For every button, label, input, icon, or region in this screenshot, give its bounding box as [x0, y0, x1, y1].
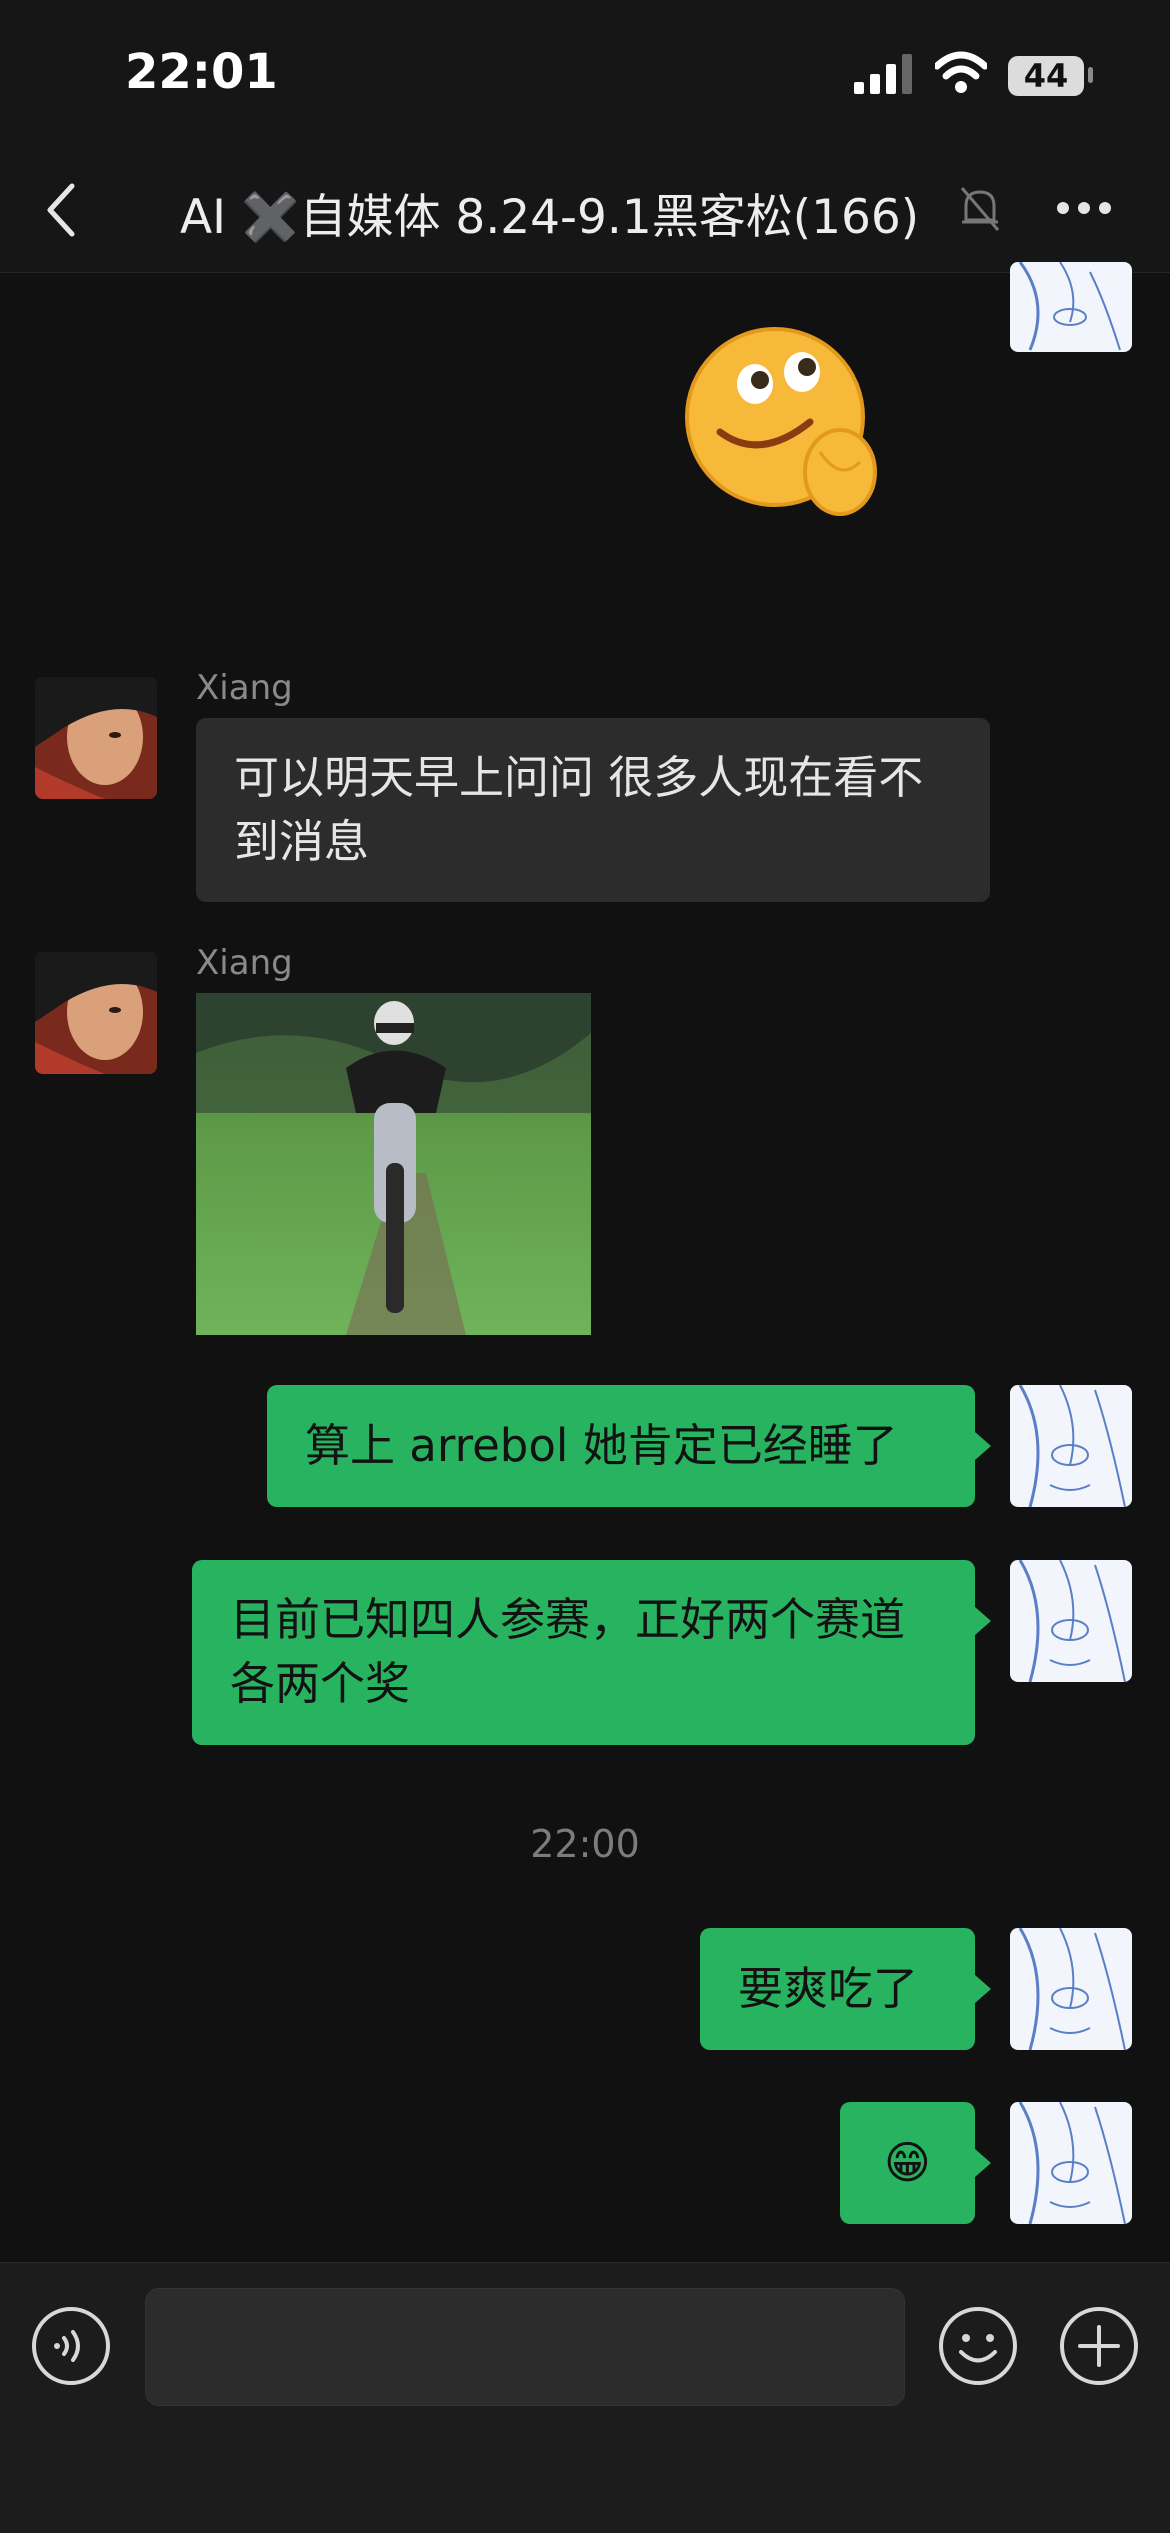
- avatar-xiang[interactable]: [35, 677, 157, 799]
- timestamp: 22:00: [530, 1822, 640, 1866]
- voice-icon[interactable]: [30, 2305, 112, 2387]
- status-bar: 22:01 44: [0, 0, 1170, 150]
- nav-bar: AI ✖️自媒体 8.24-9.1黑客松(166): [0, 150, 1170, 273]
- plus-icon[interactable]: [1058, 2305, 1140, 2387]
- avatar-me[interactable]: [1010, 262, 1132, 352]
- bubble-tail: [975, 1432, 991, 1460]
- input-bar: [0, 2262, 1170, 2533]
- message-bubble-outgoing[interactable]: 算上 arrebol 她肯定已经睡了: [267, 1385, 975, 1507]
- avatar-me[interactable]: [1010, 1385, 1132, 1507]
- sticker-emoji[interactable]: [680, 322, 890, 522]
- mute-icon: [960, 187, 1000, 231]
- bubble-tail: [975, 1607, 991, 1635]
- sender-name: Xiang: [196, 668, 293, 708]
- avatar-xiang[interactable]: [35, 952, 157, 1074]
- avatar-me[interactable]: [1010, 1560, 1132, 1682]
- message-text: 目前已知四人参赛，正好两个赛道各两个奖: [230, 1593, 906, 1710]
- wifi-icon: [935, 51, 987, 93]
- message-text: 要爽吃了: [738, 1962, 919, 2015]
- battery-tip: [1088, 67, 1093, 83]
- message-bubble-outgoing[interactable]: 要爽吃了: [700, 1928, 975, 2050]
- message-bubble-outgoing[interactable]: 目前已知四人参赛，正好两个赛道各两个奖: [192, 1560, 975, 1745]
- message-text: 算上 arrebol 她肯定已经睡了: [305, 1419, 898, 1472]
- message-input[interactable]: [145, 2288, 905, 2406]
- more-icon[interactable]: [1055, 200, 1113, 216]
- status-time: 22:01: [125, 44, 278, 100]
- chat-title: AI ✖️自媒体 8.24-9.1黑客松(166): [180, 190, 920, 245]
- sender-name: Xiang: [196, 943, 293, 983]
- bubble-tail: [975, 2149, 991, 2177]
- message-bubble-outgoing[interactable]: 😁: [840, 2102, 975, 2224]
- avatar-me[interactable]: [1010, 2102, 1132, 2224]
- message-bubble-incoming[interactable]: 可以明天早上问问 很多人现在看不到消息: [196, 718, 990, 902]
- signal-icon: [854, 54, 912, 94]
- message-text: 😁: [884, 2136, 931, 2189]
- back-icon[interactable]: [42, 180, 82, 240]
- image-message[interactable]: [196, 993, 591, 1335]
- emoji-icon[interactable]: [937, 2305, 1019, 2387]
- bubble-tail: [975, 1975, 991, 2003]
- message-text: 可以明天早上问问 很多人现在看不到消息: [234, 751, 924, 868]
- avatar-me[interactable]: [1010, 1928, 1132, 2050]
- battery-indicator: 44: [1008, 56, 1084, 96]
